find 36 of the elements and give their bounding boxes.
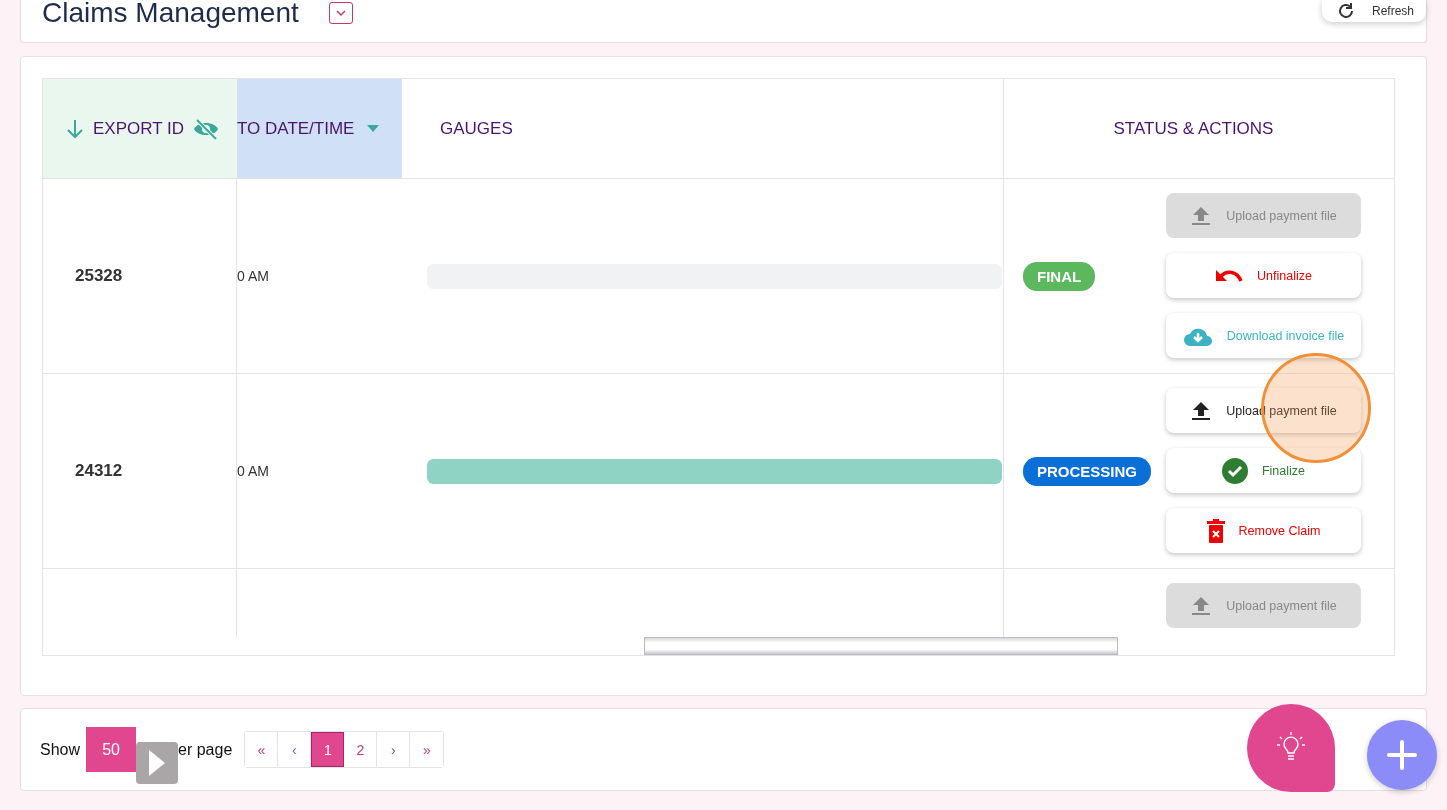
column-header[interactable]: STATUS & ACTIONS <box>1003 79 1383 178</box>
date-time: 0 AM <box>237 268 269 284</box>
eye-slash-icon <box>192 117 220 140</box>
page-link[interactable]: « <box>245 732 279 767</box>
trash-icon <box>1206 518 1225 543</box>
undo-icon <box>1215 267 1244 284</box>
page-size-select[interactable]: 50 <box>86 727 137 772</box>
play-button[interactable] <box>136 741 179 784</box>
column-header[interactable]: EXPORT ID <box>43 79 237 178</box>
export-id: 25328 <box>75 266 123 286</box>
horizontal-scrollbar[interactable] <box>644 637 1118 655</box>
finalize-button[interactable]: Finalize <box>1166 448 1361 493</box>
upload-icon <box>1190 399 1213 422</box>
refresh-button[interactable]: Refresh <box>1321 0 1426 22</box>
dropdown-button[interactable] <box>328 2 353 24</box>
plus-icon <box>1387 740 1417 770</box>
export-id: 24312 <box>75 461 123 481</box>
page-title: Claims Management <box>42 0 299 26</box>
add-button[interactable] <box>1367 720 1437 790</box>
per-page-label: er page <box>178 740 233 759</box>
column-header[interactable]: TO DATE/TIME <box>237 79 402 178</box>
column-header[interactable]: GAUGES <box>402 79 1003 178</box>
upload-icon <box>1190 204 1213 227</box>
caret-down-icon <box>367 125 379 132</box>
play-icon <box>149 749 166 776</box>
arrow-down-icon <box>65 117 85 140</box>
show-label: Show <box>40 740 81 759</box>
status-badge: FINAL <box>1023 261 1096 291</box>
remove-button[interactable]: Remove Claim <box>1166 508 1361 553</box>
date-time: 0 AM <box>237 463 269 479</box>
check-circle-icon <box>1221 457 1248 484</box>
unfinalize-button[interactable]: Unfinalize <box>1166 253 1361 298</box>
page-link[interactable]: 1 <box>311 732 345 767</box>
chevron-down-icon <box>334 9 347 17</box>
status-badge: PROCESSING <box>1023 456 1152 486</box>
upload-icon <box>1190 594 1213 617</box>
